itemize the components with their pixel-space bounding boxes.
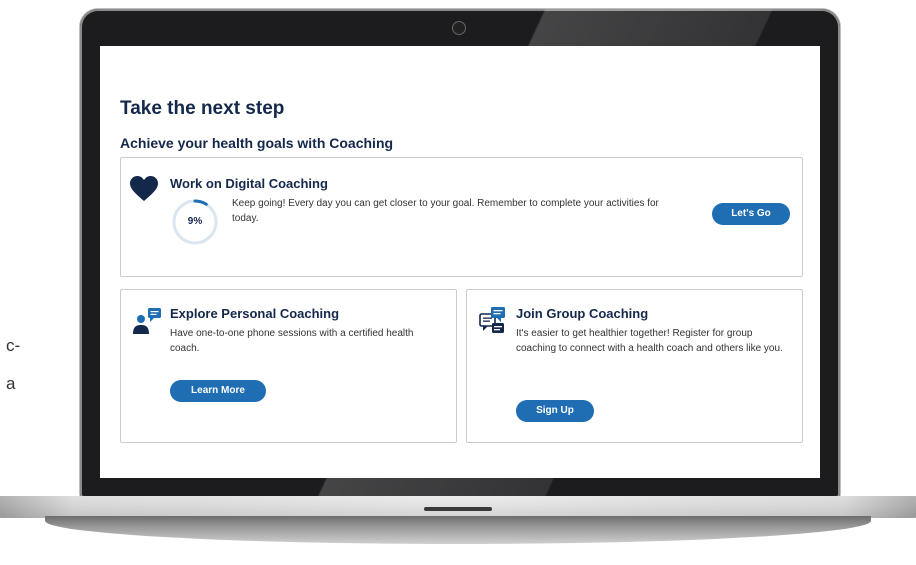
background-text-line-2: a bbox=[6, 374, 16, 393]
camera-icon bbox=[452, 21, 466, 35]
group-coaching-card: Join Group Coaching It's easier to get h… bbox=[466, 289, 803, 443]
laptop-lid: Take the next step Achieve your health g… bbox=[80, 9, 840, 498]
digital-coaching-card: Work on Digital Coaching 9% Keep going! … bbox=[120, 157, 803, 277]
group-chat-icon bbox=[479, 306, 507, 339]
laptop-mockup: c- a Take the next step Achieve your hea… bbox=[0, 0, 916, 565]
laptop-base-bottom bbox=[45, 516, 871, 544]
heart-icon bbox=[130, 176, 158, 207]
person-chat-icon bbox=[132, 307, 162, 340]
page-subtitle: Achieve your health goals with Coaching bbox=[120, 135, 394, 151]
group-coaching-title: Join Group Coaching bbox=[516, 306, 649, 321]
digital-coaching-description: Keep going! Every day you can get closer… bbox=[232, 198, 659, 224]
personal-coaching-description: Have one-to-one phone sessions with a ce… bbox=[170, 328, 414, 354]
progress-percent-label: 9% bbox=[187, 216, 203, 227]
background-text-line-1: c- bbox=[6, 336, 21, 355]
personal-coaching-title: Explore Personal Coaching bbox=[170, 306, 340, 321]
learn-more-button[interactable]: Learn More bbox=[170, 380, 266, 402]
group-coaching-description: It's easier to get healthier together! R… bbox=[516, 328, 783, 354]
personal-coaching-card: Explore Personal Coaching Have one-to-on… bbox=[120, 289, 457, 443]
sign-up-button[interactable]: Sign Up bbox=[516, 400, 594, 422]
laptop-notch bbox=[424, 507, 492, 511]
page-title: Take the next step bbox=[120, 98, 285, 119]
laptop-screen: Take the next step Achieve your health g… bbox=[100, 46, 820, 478]
digital-coaching-title: Work on Digital Coaching bbox=[170, 176, 328, 191]
lets-go-button[interactable]: Let's Go bbox=[712, 203, 790, 225]
